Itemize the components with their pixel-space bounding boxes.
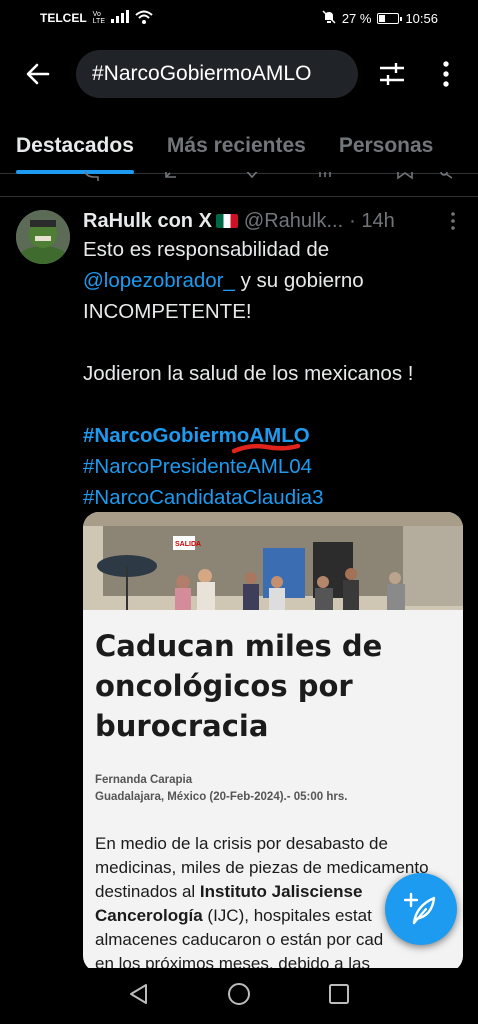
- nav-recents-button[interactable]: [328, 983, 350, 1010]
- news-photo: SALIDA: [83, 512, 463, 610]
- repost-icon: [165, 172, 176, 178]
- search-query: #NarcoGobiermoAMLO: [92, 62, 312, 85]
- top-bar: #NarcoGobiermoAMLO: [0, 48, 478, 100]
- square-recents-icon: [328, 983, 349, 1004]
- more-vertical-icon: [451, 212, 455, 230]
- search-input[interactable]: #NarcoGobiermoAMLO: [76, 50, 358, 98]
- reply-icon: [84, 172, 99, 181]
- tab-label: Destacados: [16, 134, 134, 157]
- tab-label: Personas: [338, 134, 434, 157]
- like-icon: [246, 172, 258, 179]
- wifi-icon: [135, 10, 153, 27]
- hashtag-line: #NarcoGobiermoAMLO: [83, 420, 468, 454]
- overflow-menu-button[interactable]: [420, 48, 472, 100]
- nav-back-button[interactable]: [128, 983, 150, 1010]
- tweet-text: Esto es responsabilidad de @lopezobrador…: [83, 234, 468, 513]
- tab-personas[interactable]: Personas: [339, 118, 434, 174]
- user-handle[interactable]: @Rahulk...: [244, 210, 343, 233]
- body-bold: Cancerología: [95, 906, 203, 925]
- title-line: oncológicos por: [95, 669, 353, 703]
- article-byline: Fernanda Carapia Guadalajara, México (20…: [95, 772, 451, 806]
- tweet-line: INCOMPETENTE!: [83, 300, 252, 323]
- previous-tweet-actions: [0, 172, 478, 184]
- article-dateline: Guadalajara, México (20-Feb-2024).- 05:0…: [95, 791, 348, 803]
- tweet-line: Jodieron la salud de los mexicanos !: [83, 362, 414, 385]
- hashtag-wrap: #NarcoGobiermoAMLO: [83, 420, 310, 454]
- tweet-text-rest: y su gobierno: [234, 269, 364, 292]
- status-time: 10:56: [405, 10, 438, 26]
- divider: [0, 196, 478, 197]
- status-right: 27 % 10:56: [322, 9, 438, 27]
- feather-plus-icon: [404, 892, 436, 925]
- body-line: En medio de la crisis por desabasto de: [95, 834, 388, 853]
- volte-indicator: Vo LTE: [93, 11, 105, 25]
- mute-icon: [322, 9, 336, 27]
- body-bold: Instituto Jalisciense: [199, 882, 363, 901]
- battery-fill: [379, 14, 385, 22]
- arrow-left-icon: [26, 63, 50, 85]
- battery-percent: 27 %: [341, 10, 372, 26]
- avatar[interactable]: [16, 210, 70, 264]
- nav-home-button[interactable]: [227, 982, 251, 1011]
- triangle-back-icon: [130, 983, 148, 1004]
- share-icon: [440, 172, 453, 179]
- body-text: destinados al: [95, 882, 200, 901]
- tab-mas-recientes[interactable]: Más recientes: [167, 118, 306, 174]
- body-line: medicinas, miles de piezas de medicament…: [95, 858, 429, 877]
- red-underline-scribble: [231, 443, 301, 454]
- carrier-name: TELCEL: [40, 11, 87, 25]
- status-bar: TELCEL Vo LTE 27 % 10:56: [0, 0, 478, 36]
- tab-label: Más recientes: [166, 134, 306, 157]
- tweet-more-button[interactable]: [442, 206, 464, 236]
- search-settings-button[interactable]: [364, 48, 420, 100]
- system-nav-bar: [0, 968, 478, 1024]
- volte-bottom: LTE: [92, 18, 105, 25]
- circle-home-icon: [227, 982, 250, 1005]
- title-line: burocracia: [95, 709, 269, 743]
- volte-top: Vo: [92, 11, 101, 18]
- tweet-line: Esto es responsabilidad de: [83, 238, 330, 261]
- hashtag-link[interactable]: #NarcoCandidataClaudia3: [83, 486, 323, 509]
- hashtag-line: #NarcoCandidataClaudia3: [83, 482, 468, 513]
- battery-icon: [377, 12, 403, 24]
- tweet-time: · 14h: [349, 209, 395, 232]
- compose-button[interactable]: [385, 873, 457, 945]
- hashtag-link[interactable]: #NarcoPresidenteAML04: [83, 455, 312, 478]
- mention-link[interactable]: @lopezobrador_: [83, 269, 235, 292]
- more-vertical-icon: [443, 61, 449, 87]
- salida-sign: SALIDA: [175, 541, 201, 548]
- title-line: Caducan miles de: [95, 629, 383, 663]
- sliders-icon: [380, 63, 404, 85]
- tweet-line: @lopezobrador_ y su gobierno: [83, 265, 468, 296]
- article-author: Fernanda Carapia: [95, 774, 193, 786]
- body-text: (IJC), hospitales estat: [202, 906, 372, 925]
- signal-icon: [111, 10, 129, 26]
- tweet-header: RaHulk con X @Rahulk... · 14h: [83, 206, 463, 236]
- display-name[interactable]: RaHulk con X: [83, 210, 212, 233]
- bookmark-icon: [397, 172, 413, 180]
- back-button[interactable]: [0, 48, 76, 100]
- mexico-flag-icon: [215, 214, 238, 228]
- tab-destacados[interactable]: Destacados: [16, 118, 134, 174]
- article-title: Caducan miles de oncológicos por burocra…: [95, 626, 451, 746]
- status-left: TELCEL Vo LTE: [40, 10, 153, 27]
- search-tabs: Destacados Más recientes Personas: [0, 118, 478, 174]
- views-icon: [319, 172, 331, 177]
